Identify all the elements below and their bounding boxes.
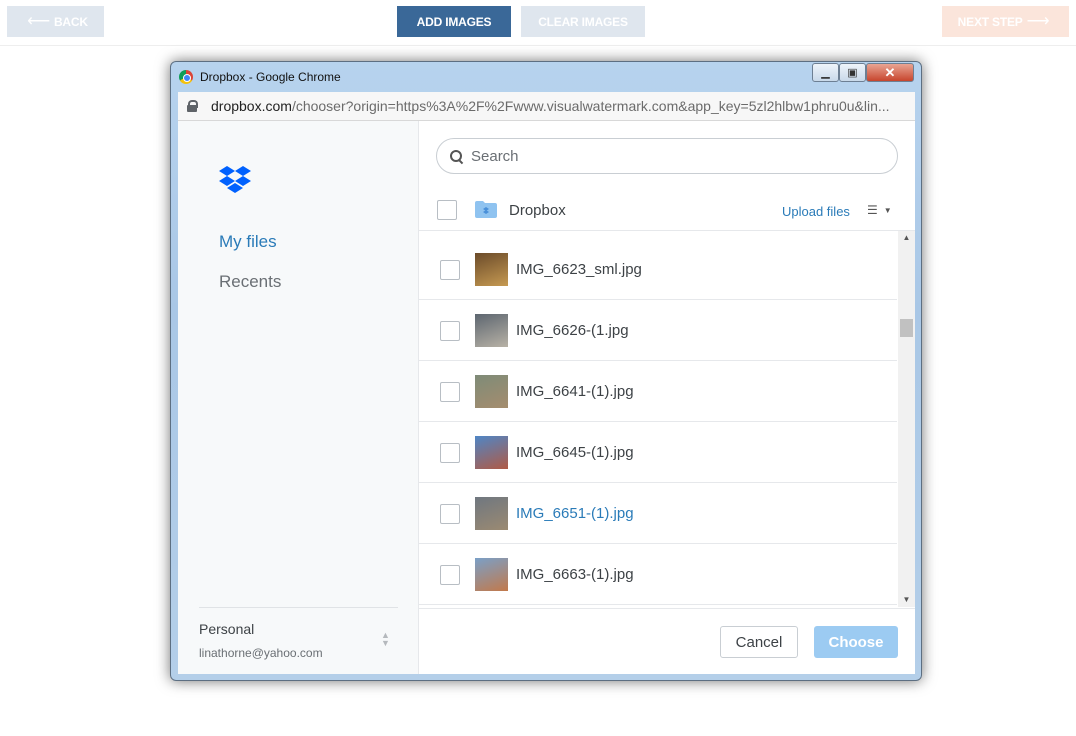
- back-button[interactable]: ⟵ BACK: [7, 6, 104, 37]
- minimize-icon: ▁: [821, 67, 830, 79]
- url-path: /chooser?origin=https%3A%2F%2Fwww.visual…: [291, 98, 890, 114]
- image-thumbnail: [475, 314, 508, 347]
- next-arrow-icon: ⟶: [1026, 12, 1050, 30]
- clear-images-button[interactable]: CLEAR IMAGES: [521, 6, 645, 37]
- url-host: dropbox.com: [211, 98, 292, 114]
- sidebar: My files Recents Personal linathorne@yah…: [178, 121, 419, 674]
- maximize-icon: ▣: [847, 67, 858, 79]
- upload-files-link[interactable]: Upload files: [782, 204, 850, 219]
- image-thumbnail: [475, 253, 508, 286]
- breadcrumb: Dropbox Upload files ☰ ▼: [419, 191, 915, 231]
- file-row[interactable]: IMG_6651-(1).jpg: [419, 483, 897, 544]
- scrollbar[interactable]: ▲ ▼: [898, 231, 915, 607]
- list-divider: [419, 230, 915, 231]
- file-checkbox[interactable]: [440, 260, 460, 280]
- file-checkbox[interactable]: [440, 382, 460, 402]
- shared-folder-icon: [475, 201, 497, 218]
- back-button-label: BACK: [53, 14, 88, 29]
- lock-icon: [187, 100, 198, 112]
- address-bar[interactable]: dropbox.com/chooser?origin=https%3A%2F%2…: [178, 92, 915, 121]
- file-row[interactable]: IMG_6645-(1).jpg: [419, 422, 897, 483]
- add-images-label: ADD IMAGES: [416, 14, 492, 29]
- file-name[interactable]: IMG_6663-(1).jpg: [516, 566, 634, 583]
- file-name[interactable]: IMG_6641-(1).jpg: [516, 383, 634, 400]
- search-icon: [450, 149, 463, 163]
- choose-button[interactable]: Choose: [814, 626, 898, 658]
- chevron-down-icon: ▼: [883, 206, 892, 216]
- view-toggle-button[interactable]: ☰ ▼: [867, 203, 892, 217]
- image-thumbnail: [475, 558, 508, 591]
- breadcrumb-current[interactable]: Dropbox: [509, 202, 566, 219]
- dropbox-logo-icon: [219, 166, 251, 193]
- image-thumbnail: [475, 497, 508, 530]
- maximize-button[interactable]: ▣: [839, 63, 866, 82]
- file-list: IMG_6623_sml.jpg IMG_6626-(1.jpg IMG_6641-…: [419, 239, 897, 607]
- close-icon: ✕: [884, 64, 896, 80]
- page-toolbar: ⟵ BACK ADD IMAGES CLEAR IMAGES NEXT STEP…: [0, 0, 1076, 46]
- file-browser: Search Dropbox Upload files ☰ ▼ IMG_6623_…: [419, 121, 915, 674]
- file-checkbox[interactable]: [440, 443, 460, 463]
- sidebar-item-recents[interactable]: Recents: [219, 272, 281, 292]
- window-title: Dropbox - Google Chrome: [200, 70, 341, 84]
- clear-images-label: CLEAR IMAGES: [538, 14, 628, 29]
- file-name[interactable]: IMG_6623_sml.jpg: [516, 261, 642, 278]
- minimize-button[interactable]: ▁: [812, 63, 839, 82]
- dropbox-chooser: My files Recents Personal linathorne@yah…: [178, 121, 915, 674]
- image-thumbnail: [475, 375, 508, 408]
- add-images-button[interactable]: ADD IMAGES: [397, 6, 511, 37]
- search-placeholder: Search: [471, 147, 519, 165]
- chrome-popup-window: Dropbox - Google Chrome ▁ ▣ ✕ dropbox.co…: [170, 61, 922, 681]
- file-name[interactable]: IMG_6626-(1.jpg: [516, 322, 629, 339]
- scroll-down-icon[interactable]: ▼: [898, 593, 915, 607]
- account-divider: [199, 607, 398, 608]
- search-input[interactable]: Search: [436, 138, 898, 174]
- file-row[interactable]: IMG_6626-(1.jpg: [419, 300, 897, 361]
- account-email: linathorne@yahoo.com: [199, 646, 323, 660]
- next-step-button[interactable]: NEXT STEP ⟶: [942, 6, 1069, 37]
- file-row[interactable]: IMG_6623_sml.jpg: [419, 239, 897, 300]
- sidebar-item-my-files[interactable]: My files: [219, 232, 277, 252]
- list-view-icon: ☰: [867, 203, 878, 217]
- scrollbar-thumb[interactable]: [900, 319, 913, 337]
- file-row[interactable]: IMG_6641-(1).jpg: [419, 361, 897, 422]
- file-checkbox[interactable]: [440, 321, 460, 341]
- footer-divider: [419, 608, 915, 609]
- file-name[interactable]: IMG_6645-(1).jpg: [516, 444, 634, 461]
- next-step-label: NEXT STEP: [957, 14, 1023, 29]
- file-checkbox[interactable]: [440, 565, 460, 585]
- cancel-button[interactable]: Cancel: [720, 626, 798, 658]
- file-row[interactable]: IMG_6663-(1).jpg: [419, 544, 897, 605]
- close-button[interactable]: ✕: [866, 63, 914, 82]
- select-all-checkbox[interactable]: [437, 200, 457, 220]
- file-checkbox[interactable]: [440, 504, 460, 524]
- back-arrow-icon: ⟵: [27, 12, 50, 30]
- account-switch-icon[interactable]: ▲ ▼: [381, 631, 390, 648]
- account-name[interactable]: Personal: [199, 621, 254, 637]
- file-name[interactable]: IMG_6651-(1).jpg: [516, 505, 634, 522]
- image-thumbnail: [475, 436, 508, 469]
- chrome-icon: [179, 70, 193, 84]
- scroll-up-icon[interactable]: ▲: [898, 231, 915, 245]
